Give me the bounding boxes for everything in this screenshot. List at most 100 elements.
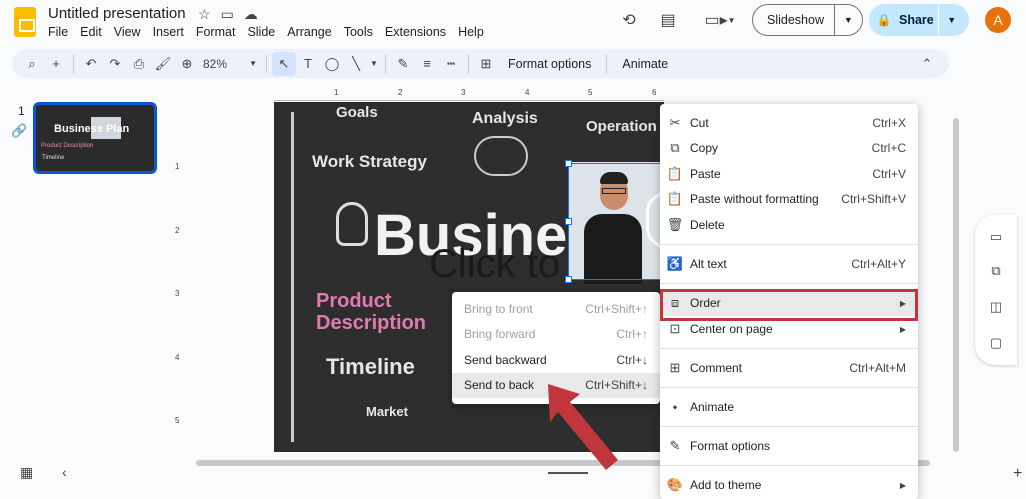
avatar[interactable]: A <box>985 7 1011 33</box>
horizontal-ruler: 1 2 3 4 5 6 <box>274 88 664 101</box>
slides-logo-icon[interactable] <box>14 7 36 37</box>
menu-item-send-backward[interactable]: Send backward Ctrl+↓ <box>452 347 660 373</box>
share-dropdown-icon[interactable]: ▼ <box>939 15 965 25</box>
slide-thumbnail[interactable]: Business Plan Product Description Timeli… <box>33 102 157 174</box>
zoom-dropdown-icon: ▼ <box>249 59 257 68</box>
top-bar: Untitled presentation ☆ ▭ ☁ File Edit Vi… <box>0 0 1026 46</box>
animate-button[interactable]: Animate <box>612 57 678 71</box>
menu-item-animate[interactable]: ⬩ Animate <box>660 394 918 420</box>
menu-item-bring-forward[interactable]: Bring forward Ctrl+↑ <box>452 322 660 348</box>
slide-text-product: Product <box>316 290 392 312</box>
chalk-arrow-axis <box>291 112 294 442</box>
shape-icon[interactable]: ◯ <box>320 52 344 76</box>
palette-icon: 🎨 <box>666 477 684 492</box>
ruler-tick: 3 <box>175 289 180 298</box>
redo-icon[interactable]: ↷ <box>103 52 127 76</box>
submenu-arrow-icon: ▶ <box>899 480 906 490</box>
menu-insert[interactable]: Insert <box>147 24 190 40</box>
center-icon: ⊡ <box>669 321 681 336</box>
keep-icon[interactable]: ▭ <box>987 229 1005 247</box>
format-options-button[interactable]: Format options <box>498 57 601 71</box>
version-history-icon[interactable]: ⟲ <box>618 9 640 31</box>
thumbnail-timeline: Timeline <box>42 155 65 161</box>
grid-view-icon[interactable]: ▦ <box>20 464 33 481</box>
cloud-status-icon[interactable]: ☁ <box>244 6 258 23</box>
menu-file[interactable]: File <box>42 24 74 40</box>
menu-tools[interactable]: Tools <box>338 24 379 40</box>
line-icon[interactable]: ╲ <box>344 52 368 76</box>
menu-item-send-to-back[interactable]: Send to back Ctrl+Shift+↓ <box>452 372 660 398</box>
collapse-filmstrip-icon[interactable]: ‹ <box>62 464 67 480</box>
text-box-icon[interactable]: T <box>296 52 320 76</box>
slide-text-description: Description <box>316 312 427 334</box>
menu-divider <box>660 465 918 466</box>
insert-comment-icon[interactable]: ⊞ <box>474 52 498 76</box>
zoom-value: 82% <box>203 56 228 71</box>
menu-help[interactable]: Help <box>452 24 490 40</box>
border-color-icon[interactable]: ✎ <box>391 52 415 76</box>
star-icon[interactable]: ☆ <box>198 6 211 23</box>
paint-format-icon[interactable]: 🖌 <box>151 52 175 76</box>
zoom-select[interactable]: 82% ▼ <box>199 57 261 71</box>
move-folder-icon[interactable]: ▭ <box>221 6 234 23</box>
share-button[interactable]: 🔒 Share ▼ <box>869 4 969 36</box>
menu-item-order[interactable]: ⧈ Order ▶ <box>660 290 918 316</box>
select-cursor-icon[interactable]: ↖ <box>272 51 296 76</box>
line-dropdown-icon[interactable]: ▼ <box>368 52 380 76</box>
add-ons-icon[interactable]: + <box>1013 465 1022 483</box>
menu-item-comment[interactable]: ⊞ Comment Ctrl+Alt+M <box>660 355 918 381</box>
menu-item-alt-text[interactable]: ♿ Alt text Ctrl+Alt+Y <box>660 251 918 277</box>
zoom-icon[interactable]: ⊕ <box>175 52 199 76</box>
print-icon[interactable]: ⎙ <box>127 52 151 76</box>
tasks-icon[interactable]: ⧉ <box>987 263 1005 281</box>
side-panel: ▭ ⧉ ◫ ▢ <box>975 215 1017 365</box>
menu-item-add-to-theme[interactable]: 🎨 Add to theme ▶ <box>660 472 918 498</box>
ruler-tick: 4 <box>175 353 180 362</box>
scissors-icon: ✂ <box>669 115 681 130</box>
menu-view[interactable]: View <box>108 24 147 40</box>
ruler-tick: 2 <box>398 88 403 97</box>
title-placeholder[interactable]: Click to <box>429 242 560 287</box>
menu-divider <box>660 283 918 284</box>
lock-icon: 🔒 <box>876 13 892 27</box>
vertical-scrollbar[interactable] <box>953 118 959 452</box>
new-slide-icon[interactable]: + <box>44 52 68 76</box>
document-title[interactable]: Untitled presentation <box>48 5 186 22</box>
ruler-tick: 1 <box>334 88 339 97</box>
ruler-tick: 6 <box>652 88 657 97</box>
speaker-notes-handle[interactable] <box>548 472 588 474</box>
menu-item-paste[interactable]: 📋 Paste Ctrl+V <box>660 161 918 187</box>
ruler-tick: 5 <box>175 416 180 425</box>
border-dash-icon[interactable]: ┅ <box>439 52 463 76</box>
menu-edit[interactable]: Edit <box>74 24 108 40</box>
menu-item-cut[interactable]: ✂ Cut Ctrl+X <box>660 110 918 136</box>
comments-icon[interactable]: ▤ <box>657 9 679 31</box>
menu-item-format-options[interactable]: ✎ Format options <box>660 433 918 459</box>
contacts-icon[interactable]: ◫ <box>987 299 1005 317</box>
folder-icon[interactable]: ▢ <box>987 335 1005 353</box>
slide-text-timeline: Timeline <box>326 354 415 379</box>
menu-item-bring-to-front[interactable]: Bring to front Ctrl+Shift+↑ <box>452 296 660 322</box>
menu-extensions[interactable]: Extensions <box>379 24 452 40</box>
undo-icon[interactable]: ↶ <box>79 52 103 76</box>
meet-camera-icon[interactable]: ▭▸ ▼ <box>702 9 738 31</box>
menu-format[interactable]: Format <box>190 24 242 40</box>
menu-item-delete[interactable]: 🗑 Delete <box>660 212 918 238</box>
embedded-video[interactable] <box>568 162 664 284</box>
menu-item-center-on-page[interactable]: ⊡ Center on page ▶ <box>660 316 918 342</box>
menu-item-copy[interactable]: ⧉ Copy Ctrl+C <box>660 135 918 161</box>
menu-arrange[interactable]: Arrange <box>281 24 337 40</box>
menu-slide[interactable]: Slide <box>241 24 281 40</box>
share-label[interactable]: Share <box>899 13 934 27</box>
slideshow-button[interactable]: Slideshow ▼ <box>752 4 863 36</box>
slideshow-label[interactable]: Slideshow <box>753 13 834 27</box>
slide-text-analysis: Analysis <box>472 110 538 127</box>
slide-number: 1 <box>18 104 25 118</box>
slideshow-dropdown-icon[interactable]: ▼ <box>835 15 862 25</box>
collapse-toolbar-icon[interactable]: ⌃ <box>915 52 939 76</box>
menu-item-paste-without-formatting[interactable]: 📋 Paste without formatting Ctrl+Shift+V <box>660 186 918 212</box>
menu-divider <box>660 387 918 388</box>
border-weight-icon[interactable]: ≡ <box>415 52 439 76</box>
animate-icon: ⬩ <box>672 399 678 414</box>
search-menus-icon[interactable]: ⌕ <box>20 52 44 76</box>
